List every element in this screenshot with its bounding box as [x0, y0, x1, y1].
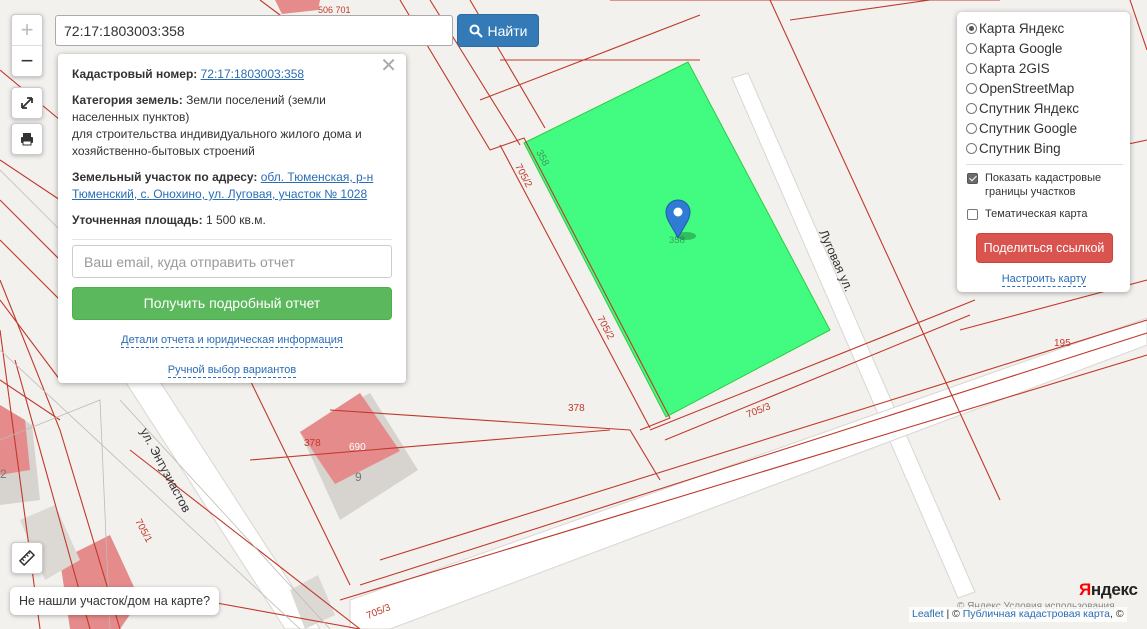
zoom-control: + −	[11, 14, 43, 77]
show-boundaries-checkbox[interactable]	[967, 173, 978, 184]
layer-option[interactable]: Спутник Bing	[966, 138, 1122, 158]
layer-option-label: Карта Google	[979, 40, 1063, 56]
layer-radio[interactable]	[966, 22, 977, 34]
layer-option-label: Карта Яндекс	[979, 20, 1065, 36]
thematic-checkbox[interactable]	[967, 209, 978, 220]
ruler-icon	[19, 550, 35, 566]
purpose-text: для строительства индивидуального жилого…	[72, 127, 362, 158]
layer-radio[interactable]	[966, 142, 977, 154]
close-icon[interactable]: ✕	[380, 56, 397, 76]
parcel-info-popup: ✕ Кадастровый номер: 72:17:1803003:358 К…	[58, 54, 406, 383]
cadastral-label: Кадастровый номер:	[72, 67, 198, 81]
label-house-9: 9	[355, 470, 362, 484]
address-label: Земельный участок по адресу:	[72, 170, 258, 184]
layer-option-label: Спутник Bing	[979, 140, 1061, 156]
category-label: Категория земель:	[72, 93, 183, 107]
leaflet-link[interactable]: Leaflet	[912, 608, 944, 620]
get-report-button[interactable]: Получить подробный отчет	[72, 287, 392, 320]
layer-option[interactable]: Карта 2GIS	[966, 58, 1122, 78]
layer-options: Карта Яндекс Карта Google Карта 2GIS OpenSt…	[966, 18, 1122, 158]
search-icon	[469, 24, 483, 38]
pkk-link[interactable]: Публичная кадастровая карта	[963, 608, 1110, 620]
layer-radio[interactable]	[966, 82, 977, 94]
expand-icon	[21, 97, 33, 109]
configure-map-link[interactable]: Настроить карту	[1001, 272, 1087, 287]
show-boundaries-toggle[interactable]: Показать кадастровые границы участков	[966, 171, 1122, 199]
layer-option-label: Спутник Google	[979, 120, 1078, 136]
print-button[interactable]	[11, 123, 43, 155]
label-378-b: 378	[304, 438, 321, 449]
report-details-link[interactable]: Детали отчета и юридическая информация	[121, 333, 343, 348]
layer-radio[interactable]	[966, 122, 977, 134]
label-378-a: 378	[568, 403, 585, 414]
layer-option-label: Карта 2GIS	[979, 60, 1050, 76]
manual-choice-link[interactable]: Ручной выбор вариантов	[167, 363, 297, 378]
layers-panel: Карта Яндекс Карта Google Карта 2GIS OpenSt…	[957, 12, 1130, 292]
layer-option[interactable]: OpenStreetMap	[966, 78, 1122, 98]
label-top-clip: 506 701	[318, 5, 351, 15]
show-boundaries-label: Показать кадастровые границы участков	[985, 172, 1102, 198]
zoom-in-button[interactable]: +	[12, 15, 42, 46]
layer-option[interactable]: Спутник Google	[966, 118, 1122, 138]
thematic-label: Тематическая карта	[985, 208, 1088, 220]
printer-icon	[21, 133, 33, 146]
cadastral-number-link[interactable]: 72:17:1803003:358	[201, 67, 304, 81]
layer-option-label: OpenStreetMap	[979, 80, 1075, 96]
yandex-logo: Яндекс	[1079, 580, 1138, 599]
area-label: Уточненная площадь:	[72, 213, 203, 227]
find-button-label: Найти	[487, 22, 528, 39]
not-found-button[interactable]: Не нашли участок/дом на карте?	[10, 587, 220, 615]
label-690: 690	[349, 442, 366, 453]
ruler-button[interactable]	[11, 542, 43, 574]
find-button[interactable]: Найти	[457, 14, 539, 47]
thematic-toggle[interactable]: Тематическая карта	[966, 207, 1122, 221]
attribution: Leaflet | © Публичная кадастровая карта,…	[909, 607, 1127, 622]
area-value: 1 500 кв.м.	[205, 213, 266, 227]
label-195: 195	[1054, 338, 1071, 349]
layer-radio[interactable]	[966, 42, 977, 54]
cadastral-search-input[interactable]	[55, 15, 453, 46]
email-field[interactable]	[72, 245, 392, 278]
layer-option-label: Спутник Яндекс	[979, 100, 1080, 116]
fullscreen-button[interactable]	[11, 87, 43, 119]
layer-option[interactable]: Спутник Яндекс	[966, 98, 1122, 118]
layer-radio[interactable]	[966, 62, 977, 74]
zoom-out-button[interactable]: −	[12, 46, 42, 76]
label-left-clip: 2	[0, 467, 7, 481]
share-link-button[interactable]: Поделиться ссылкой	[975, 233, 1113, 263]
layer-radio[interactable]	[966, 102, 977, 114]
layer-option[interactable]: Карта Яндекс	[966, 18, 1122, 38]
layer-option[interactable]: Карта Google	[966, 38, 1122, 58]
